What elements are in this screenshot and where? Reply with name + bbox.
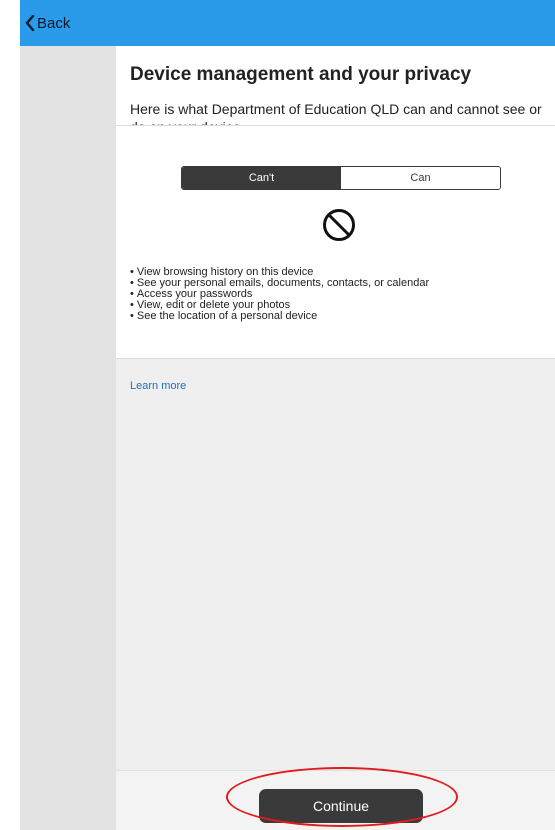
page-title: Device management and your privacy [130,64,472,85]
nav-bar: Back [20,0,555,46]
continue-button[interactable]: Continue [259,789,423,823]
back-label: Back [37,14,71,32]
footer-bar: Continue [116,770,555,830]
privacy-card: Can't Can View browsing history on this … [116,125,555,359]
chevron-left-icon [25,15,35,31]
screen: Back Device management and your privacy … [0,0,555,830]
cant-list: View browsing history on this device See… [130,267,429,322]
segment-can[interactable]: Can [341,167,500,189]
main-content: Device management and your privacy Here … [116,46,555,830]
side-strip [20,46,116,830]
learn-more-link[interactable]: Learn more [130,380,186,392]
back-button[interactable]: Back [25,11,70,35]
prohibited-icon [323,209,355,241]
list-item: See the location of a personal device [130,311,429,322]
header-section: Device management and your privacy Here … [116,46,555,135]
segment-cant[interactable]: Can't [182,167,341,189]
cant-can-toggle[interactable]: Can't Can [181,166,501,190]
